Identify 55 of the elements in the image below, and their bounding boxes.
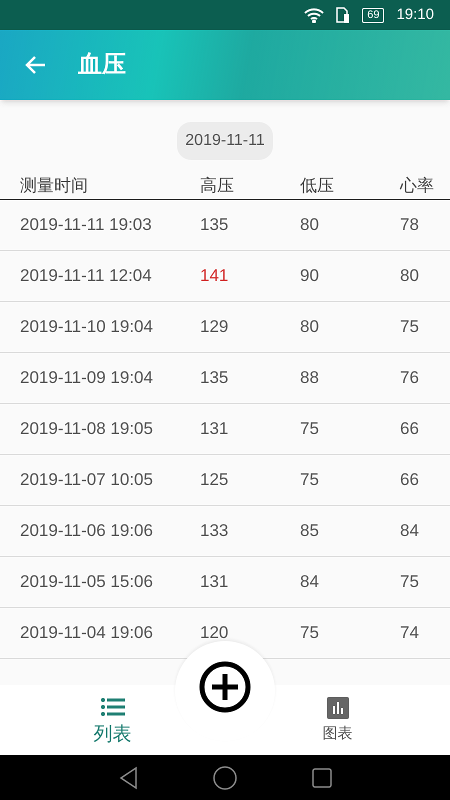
table-cell: 2019-11-08 19:05 xyxy=(20,419,153,438)
table-cell: 84 xyxy=(300,572,319,592)
column-header: 低压 xyxy=(300,176,334,194)
table-cell: 90 xyxy=(300,266,319,286)
table-cell: 141 xyxy=(200,266,228,286)
table-cell: 133 xyxy=(200,521,228,540)
table-cell: 75 xyxy=(400,572,419,592)
page-title: 血压 xyxy=(78,50,126,80)
table-cell: 125 xyxy=(200,470,228,490)
table-cell: 129 xyxy=(200,317,228,336)
table-cell: 2019-11-05 15:06 xyxy=(20,572,153,592)
table-cell: 80 xyxy=(300,317,319,336)
column-header: 心率 xyxy=(400,176,434,194)
table-cell: 85 xyxy=(300,521,319,540)
column-header: 测量时间 xyxy=(20,176,88,194)
nav-tab[interactable]: 图表 xyxy=(322,685,352,755)
table-cell: 80 xyxy=(400,266,419,286)
date-chip[interactable]: 2019-11-11 xyxy=(177,122,273,160)
recents-icon[interactable] xyxy=(312,768,332,788)
table-cell: 76 xyxy=(400,368,419,388)
back-icon[interactable] xyxy=(118,766,138,790)
table-cell: 2019-11-11 12:04 xyxy=(20,266,152,286)
nav-tab[interactable]: 列表 xyxy=(94,685,132,755)
table-cell: 2019-11-06 19:06 xyxy=(20,521,153,540)
table-cell: 80 xyxy=(300,215,319,234)
table-cell: 2019-11-09 19:04 xyxy=(20,368,153,388)
table-cell: 75 xyxy=(300,419,319,438)
table-cell: 88 xyxy=(300,368,319,388)
table-cell: 74 xyxy=(400,623,419,642)
column-header: 高压 xyxy=(200,176,234,194)
table-cell: 135 xyxy=(200,215,228,234)
wifi-icon xyxy=(304,8,324,22)
sim-card-icon xyxy=(336,7,350,23)
table-cell: 75 xyxy=(300,470,319,490)
clock-text: 19:10 xyxy=(396,4,434,25)
back-arrow-icon[interactable] xyxy=(24,55,46,75)
table-cell: 131 xyxy=(200,572,228,592)
list-icon xyxy=(100,697,124,717)
table-cell: 84 xyxy=(400,521,419,540)
table-cell: 2019-11-10 19:04 xyxy=(20,317,153,336)
table-cell: 2019-11-11 19:03 xyxy=(20,215,152,234)
home-icon[interactable] xyxy=(213,766,237,790)
table-cell: 75 xyxy=(300,623,319,642)
table-cell: 2019-11-07 10:05 xyxy=(20,470,153,490)
table-cell: 135 xyxy=(200,368,228,388)
table-cell: 75 xyxy=(400,317,419,336)
bar-chart-icon xyxy=(326,697,348,719)
add-icon[interactable] xyxy=(199,661,251,713)
table-cell: 120 xyxy=(200,623,228,642)
table-cell: 78 xyxy=(400,215,419,234)
table-cell: 66 xyxy=(400,470,419,490)
table-cell: 2019-11-04 19:06 xyxy=(20,623,153,642)
battery-indicator: 69 xyxy=(362,8,384,22)
table-cell: 131 xyxy=(200,419,228,438)
table-cell: 66 xyxy=(400,419,419,438)
